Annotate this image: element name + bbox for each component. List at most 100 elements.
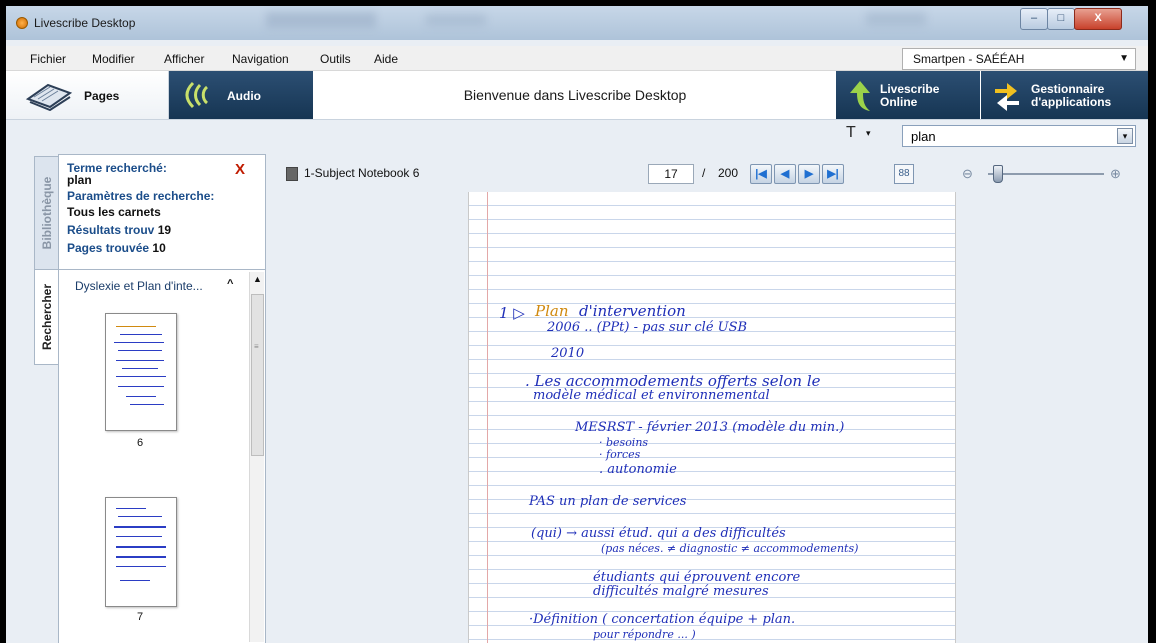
app-manager-button[interactable]: Gestionnaire d'applications bbox=[981, 71, 1148, 119]
menu-bar: Fichier Modifier Afficher Navigation Out… bbox=[6, 46, 1148, 71]
menu-outils[interactable]: Outils bbox=[320, 52, 351, 66]
thumb-ink bbox=[116, 360, 164, 361]
pages-label: Pages trouvée bbox=[67, 241, 150, 255]
thumb-ink bbox=[116, 556, 166, 558]
thumb-ink bbox=[130, 404, 164, 405]
results-count: Résultats trouv 19 bbox=[67, 223, 171, 237]
thumb-ink bbox=[118, 350, 162, 351]
menu-navigation[interactable]: Navigation bbox=[232, 52, 289, 66]
app-manager-arrows-icon bbox=[995, 83, 1019, 111]
audio-tab[interactable]: Audio bbox=[169, 71, 313, 119]
first-page-button[interactable]: |◀ bbox=[750, 164, 772, 184]
audio-wave-icon bbox=[185, 81, 209, 109]
online-arrow-icon bbox=[850, 81, 870, 111]
pages-tab-label: Pages bbox=[84, 89, 120, 103]
tab-library[interactable]: Bibliothèque bbox=[34, 156, 59, 270]
side-tabs: Bibliothèque Rechercher bbox=[30, 151, 60, 643]
thumb-ink bbox=[120, 334, 162, 335]
dropdown-arrow-icon: ▼ bbox=[1119, 53, 1129, 64]
note-line: étudiants qui éprouvent encore bbox=[593, 570, 801, 585]
online-label-1: Livescribe bbox=[880, 82, 940, 96]
thumbnail-page-number: 7 bbox=[136, 611, 144, 623]
scroll-grip-icon: ≡ bbox=[254, 342, 259, 351]
grid-view-icon[interactable]: 88 bbox=[894, 164, 914, 184]
smartpen-select[interactable]: Smartpen - SAÉÉAH ▼ bbox=[902, 48, 1136, 70]
tab-library-label: Bibliothèque bbox=[40, 176, 54, 250]
font-dropdown-icon[interactable]: ▾ bbox=[866, 128, 871, 139]
search-dropdown-icon[interactable]: ▾ bbox=[1117, 128, 1133, 144]
audio-tab-label: Audio bbox=[227, 89, 261, 103]
results-scrollbar[interactable]: ▲ ≡ bbox=[249, 272, 264, 642]
params-value: Tous les carnets bbox=[67, 205, 161, 219]
page-viewer: 1-Subject Notebook 6 17 / 200 |◀ ◀ ▶ ▶| … bbox=[272, 154, 1148, 643]
page-total: 200 bbox=[718, 166, 739, 180]
menu-modifier[interactable]: Modifier bbox=[92, 52, 135, 66]
font-icon[interactable]: T bbox=[846, 124, 856, 142]
minimize-button[interactable]: – bbox=[1020, 8, 1048, 30]
thumb-ink bbox=[116, 376, 166, 377]
scroll-up-icon[interactable]: ▲ bbox=[253, 274, 262, 284]
page-number-input[interactable]: 17 bbox=[648, 164, 694, 184]
app-manager-label-1: Gestionnaire bbox=[1031, 82, 1105, 96]
pages-tab[interactable]: Pages bbox=[6, 71, 169, 119]
livescribe-app-icon bbox=[16, 17, 28, 29]
results-value: 19 bbox=[157, 223, 172, 237]
note-line: · forces bbox=[599, 448, 641, 461]
app-window: Livescribe Desktop – □ X Fichier Modifie… bbox=[6, 6, 1148, 643]
page-thumbnail[interactable] bbox=[105, 313, 177, 431]
note-line: MESRST - février 2013 (modèle du min.) bbox=[575, 420, 845, 435]
search-box[interactable]: ▾ bbox=[902, 125, 1136, 147]
next-page-button[interactable]: ▶ bbox=[798, 164, 820, 184]
notebook-icon bbox=[286, 167, 298, 181]
scrollbar-thumb[interactable] bbox=[251, 294, 264, 456]
menu-aide[interactable]: Aide bbox=[374, 52, 398, 66]
title-bar[interactable]: Livescribe Desktop – □ X bbox=[6, 6, 1148, 40]
thumb-ink bbox=[122, 368, 158, 369]
thumb-ink bbox=[116, 326, 156, 327]
thumb-ink bbox=[116, 546, 166, 548]
collapse-chevron-icon[interactable]: ^ bbox=[227, 278, 233, 290]
term-value: plan bbox=[67, 173, 92, 187]
maximize-button[interactable]: □ bbox=[1047, 8, 1075, 30]
results-label: Résultats trouv bbox=[67, 223, 155, 237]
notebook-name: 1-Subject Notebook 6 bbox=[304, 166, 420, 180]
search-results-panel: Terme recherché: plan X Paramètres de re… bbox=[58, 154, 266, 643]
thumb-ink bbox=[116, 508, 146, 509]
menu-afficher[interactable]: Afficher bbox=[164, 52, 204, 66]
menu-fichier[interactable]: Fichier bbox=[30, 52, 66, 66]
zoom-slider-knob[interactable] bbox=[993, 165, 1004, 183]
zoom-slider-track[interactable] bbox=[988, 173, 1104, 175]
note-line: pour répondre ... ) bbox=[593, 628, 696, 641]
online-label-2: Online bbox=[880, 95, 918, 109]
zoom-out-icon[interactable]: ⊖ bbox=[962, 166, 973, 182]
tab-search[interactable]: Rechercher bbox=[34, 269, 59, 365]
note-line: PAS un plan de services bbox=[529, 494, 687, 509]
blurred-tab bbox=[426, 14, 486, 26]
note-line: modèle médical et environnemental bbox=[533, 388, 770, 403]
window-title: Livescribe Desktop bbox=[34, 16, 136, 30]
thumbnail-page-number: 6 bbox=[136, 437, 144, 449]
smartpen-value: Smartpen - SAÉÉAH bbox=[913, 52, 1025, 66]
notebook-page[interactable]: 1 ▷ Plan d'intervention 2006 .. (PPt) - … bbox=[468, 192, 956, 643]
thumb-ink bbox=[116, 536, 162, 537]
close-button[interactable]: X bbox=[1074, 8, 1122, 30]
zoom-in-icon[interactable]: ⊕ bbox=[1110, 166, 1121, 182]
thumb-ink bbox=[118, 386, 164, 387]
notebook-group-title[interactable]: Dyslexie et Plan d'inte... bbox=[75, 279, 203, 293]
last-page-button[interactable]: ▶| bbox=[822, 164, 844, 184]
search-input[interactable] bbox=[909, 127, 1113, 145]
blurred-tab bbox=[866, 12, 926, 26]
welcome-banner: Bienvenue dans Livescribe Desktop bbox=[463, 87, 687, 103]
note-line: (pas néces. ≠ diagnostic ≠ accommodement… bbox=[601, 542, 859, 555]
note-highlight: Plan bbox=[535, 302, 569, 320]
clear-search-button[interactable]: X bbox=[235, 161, 245, 178]
note-line: (qui) → aussi étud. qui a des difficulté… bbox=[531, 526, 786, 541]
page-thumbnail[interactable] bbox=[105, 497, 177, 607]
thumb-ink bbox=[120, 580, 150, 581]
main-toolbar: Pages Audio Bienvenue dans Livescribe De… bbox=[6, 71, 1148, 120]
note-line: . autonomie bbox=[599, 462, 677, 477]
prev-page-button[interactable]: ◀ bbox=[774, 164, 796, 184]
livescribe-online-button[interactable]: Livescribe Online bbox=[836, 71, 980, 119]
note-line: 1 ▷ bbox=[499, 304, 525, 322]
thumb-ink bbox=[116, 566, 166, 567]
